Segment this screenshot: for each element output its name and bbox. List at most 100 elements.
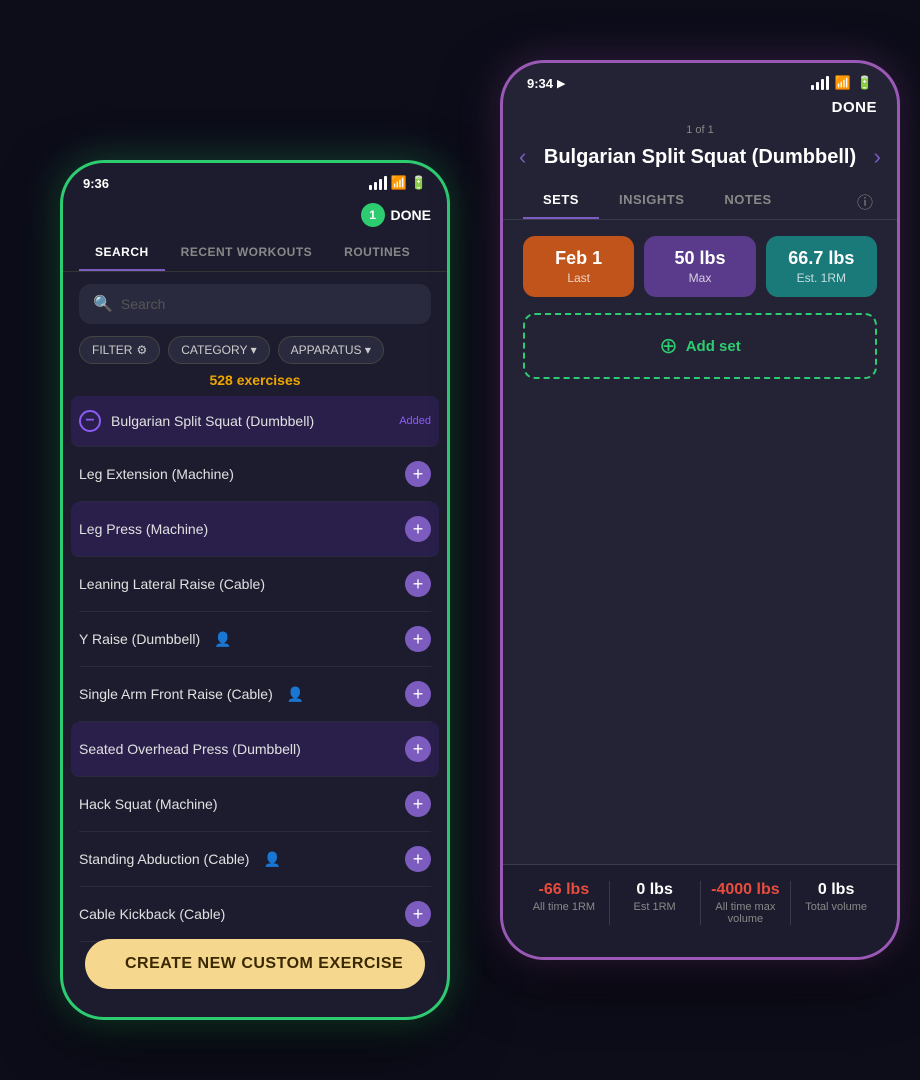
- add-icon[interactable]: +: [405, 846, 431, 872]
- bottom-stats-row: -66 lbs All time 1RM 0 lbs Est 1RM -4000…: [523, 881, 877, 925]
- exercise-item-left: Standing Abduction (Cable) 👤: [79, 851, 281, 868]
- exercise-name: Hack Squat (Machine): [79, 796, 218, 812]
- tab-insights[interactable]: INSIGHTS: [599, 182, 704, 219]
- battery-icon: 🔋: [411, 175, 427, 191]
- add-icon[interactable]: +: [405, 626, 431, 652]
- count-suffix: exercises: [233, 372, 301, 388]
- tab-recent-workouts[interactable]: RECENT WORKOUTS: [165, 235, 329, 271]
- time-left: 9:36: [83, 176, 109, 191]
- search-icon: 🔍: [93, 294, 113, 314]
- status-icons-left: 📶 🔋: [369, 175, 427, 191]
- person-icon: 👤: [214, 631, 231, 648]
- exercise-name: Cable Kickback (Cable): [79, 906, 225, 922]
- page-indicator: 1 of 1: [503, 124, 897, 136]
- search-bar[interactable]: 🔍 Search: [79, 284, 431, 324]
- done-badge[interactable]: 1 DONE: [361, 203, 431, 227]
- list-item[interactable]: − Bulgarian Split Squat (Dumbbell) Added: [71, 396, 439, 447]
- done-count: 1: [361, 203, 385, 227]
- apparatus-filter[interactable]: APPARATUS ▾: [278, 336, 384, 364]
- list-item[interactable]: Leg Press (Machine) +: [71, 502, 439, 557]
- apparatus-label: APPARATUS ▾: [291, 343, 371, 357]
- all-time-vol-stat: -4000 lbs All time max volume: [705, 881, 787, 925]
- exercise-name: Standing Abduction (Cable): [79, 851, 249, 867]
- phone-right: 9:34 ▶ 📶 🔋 DONE 1 of 1 ‹ Bulgarian Split…: [500, 60, 900, 960]
- all-time-1rm-val: -66 lbs: [523, 881, 605, 899]
- stats-row: Feb 1 Last 50 lbs Max 66.7 lbs Est. 1RM: [503, 220, 897, 309]
- exercise-item-left: Leg Press (Machine): [79, 521, 208, 537]
- tab-sets[interactable]: SETS: [523, 182, 599, 219]
- tab-routines[interactable]: ROUTINES: [328, 235, 426, 271]
- list-item[interactable]: Cable Kickback (Cable) +: [79, 887, 431, 942]
- signal-icon: [369, 176, 387, 190]
- add-icon[interactable]: +: [405, 516, 431, 542]
- time-right: 9:34: [527, 76, 553, 91]
- est-1rm-bottom-val: 0 lbs: [614, 881, 696, 899]
- bottom-stats: -66 lbs All time 1RM 0 lbs Est 1RM -4000…: [503, 864, 897, 957]
- total-vol-stat: 0 lbs Total volume: [795, 881, 877, 925]
- max-weight-val: 50 lbs: [656, 248, 743, 269]
- add-icon[interactable]: +: [405, 571, 431, 597]
- add-set-label: Add set: [686, 338, 741, 355]
- total-vol-lbl: Total volume: [795, 901, 877, 913]
- signal-icon-right: [811, 76, 829, 90]
- est-1rm-card: 66.7 lbs Est. 1RM: [766, 236, 877, 297]
- last-date-val: Feb 1: [535, 248, 622, 269]
- remove-icon[interactable]: −: [79, 410, 101, 432]
- wifi-icon-right: 📶: [835, 75, 851, 91]
- est-1rm-lbl: Est. 1RM: [778, 271, 865, 285]
- tab-notes[interactable]: NOTES: [704, 182, 791, 219]
- exercise-count: 528 exercises: [63, 372, 447, 388]
- status-icons-right: 📶 🔋: [811, 75, 873, 91]
- exercise-item-left: Leaning Lateral Raise (Cable): [79, 576, 265, 592]
- next-exercise-button[interactable]: ›: [874, 144, 881, 170]
- max-weight-lbl: Max: [656, 271, 743, 285]
- exercise-name: Bulgarian Split Squat (Dumbbell): [111, 413, 314, 429]
- list-item[interactable]: Seated Overhead Press (Dumbbell) +: [71, 722, 439, 777]
- exercise-name: Seated Overhead Press (Dumbbell): [79, 741, 301, 757]
- add-icon[interactable]: +: [405, 791, 431, 817]
- info-icon[interactable]: ⓘ: [857, 182, 877, 219]
- wifi-icon: 📶: [391, 175, 407, 191]
- filter-icon: ⚙: [136, 343, 147, 357]
- category-label: CATEGORY ▾: [181, 343, 256, 357]
- person-icon: 👤: [287, 686, 304, 703]
- exercise-item-left: Leg Extension (Machine): [79, 466, 234, 482]
- stat-divider: [700, 881, 701, 925]
- add-icon[interactable]: +: [405, 681, 431, 707]
- exercise-item-left: Single Arm Front Raise (Cable) 👤: [79, 686, 304, 703]
- add-icon[interactable]: +: [405, 736, 431, 762]
- est-1rm-bottom-lbl: Est 1RM: [614, 901, 696, 913]
- filter-button[interactable]: FILTER ⚙: [79, 336, 160, 364]
- total-vol-val: 0 lbs: [795, 881, 877, 899]
- phone-left: 9:36 📶 🔋 1 DONE SEARCH RECENT WORKOUTS R…: [60, 160, 450, 1020]
- all-time-vol-lbl: All time max volume: [705, 901, 787, 925]
- list-item[interactable]: Leaning Lateral Raise (Cable) +: [79, 557, 431, 612]
- tab-search[interactable]: SEARCH: [79, 235, 165, 271]
- header-left: 1 DONE: [63, 195, 447, 235]
- exercise-item-left: Seated Overhead Press (Dumbbell): [79, 741, 301, 757]
- list-item[interactable]: Single Arm Front Raise (Cable) 👤 +: [79, 667, 431, 722]
- add-icon[interactable]: +: [405, 461, 431, 487]
- filter-row: FILTER ⚙ CATEGORY ▾ APPARATUS ▾: [63, 336, 447, 364]
- last-date-card: Feb 1 Last: [523, 236, 634, 297]
- added-label: Added: [399, 415, 431, 427]
- add-icon[interactable]: +: [405, 901, 431, 927]
- list-item[interactable]: Hack Squat (Machine) +: [79, 777, 431, 832]
- max-weight-card: 50 lbs Max: [644, 236, 755, 297]
- add-set-button[interactable]: ⊕ Add set: [523, 313, 877, 379]
- list-item[interactable]: Leg Extension (Machine) +: [79, 447, 431, 502]
- stat-divider: [609, 881, 610, 925]
- create-custom-exercise-button[interactable]: CREATE NEW CUSTOM EXERCISE: [85, 939, 425, 989]
- battery-icon-right: 🔋: [857, 75, 873, 91]
- prev-exercise-button[interactable]: ‹: [519, 144, 526, 170]
- location-icon: ▶: [557, 77, 565, 90]
- done-text[interactable]: DONE: [832, 99, 877, 116]
- exercise-name: Single Arm Front Raise (Cable): [79, 686, 273, 702]
- tab-bar-left: SEARCH RECENT WORKOUTS ROUTINES: [63, 235, 447, 272]
- stat-divider: [790, 881, 791, 925]
- all-time-1rm-lbl: All time 1RM: [523, 901, 605, 913]
- list-item[interactable]: Standing Abduction (Cable) 👤 +: [79, 832, 431, 887]
- person-icon: 👤: [263, 851, 280, 868]
- category-filter[interactable]: CATEGORY ▾: [168, 336, 269, 364]
- list-item[interactable]: Y Raise (Dumbbell) 👤 +: [79, 612, 431, 667]
